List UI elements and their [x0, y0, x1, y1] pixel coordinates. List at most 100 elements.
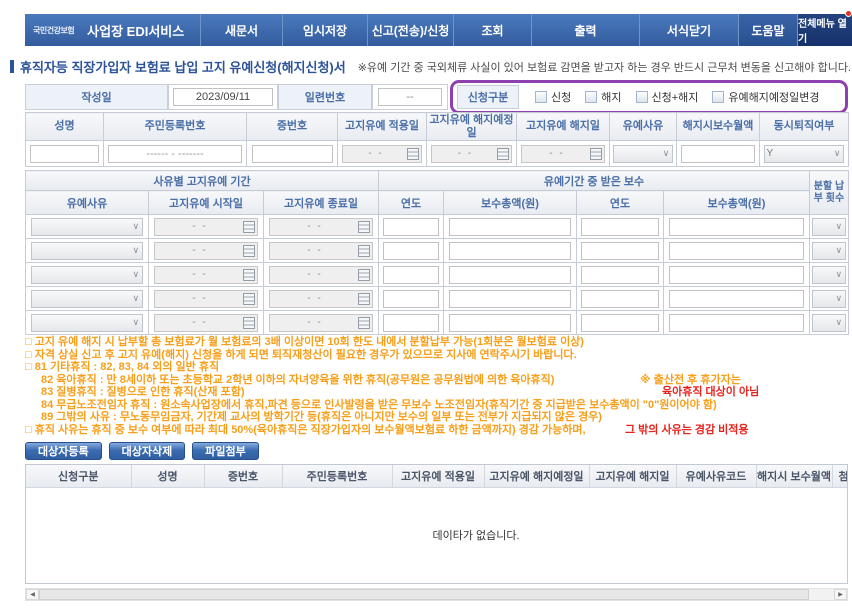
pay2-input[interactable] — [669, 218, 804, 236]
reason-select[interactable]: ∨ — [31, 314, 143, 332]
year2-input[interactable] — [581, 266, 658, 284]
pay2-input[interactable] — [669, 242, 804, 260]
note-line: □ 81 기타휴직 : 82, 83, 84 외의 일반 휴직 — [25, 361, 848, 374]
col-pay-total-1: 보수총액(원) — [444, 191, 577, 215]
start-date-input[interactable]: - - — [154, 242, 259, 260]
checkbox-apply-cancel[interactable] — [636, 91, 648, 103]
defer-apply-date-input[interactable]: - - — [342, 145, 423, 163]
reason-select[interactable]: ∨ — [31, 218, 143, 236]
register-target-button[interactable]: 대상자등록 — [25, 442, 102, 460]
name-input[interactable] — [30, 145, 99, 163]
pay1-input[interactable] — [449, 218, 570, 236]
calendar-icon[interactable] — [407, 148, 419, 160]
calendar-icon[interactable] — [243, 245, 255, 257]
pay-on-cancel-input[interactable] — [681, 145, 755, 163]
year2-input[interactable] — [581, 314, 658, 332]
reason-select[interactable]: ∨ — [31, 290, 143, 308]
end-date-input[interactable]: - - — [269, 290, 374, 308]
installments-select[interactable]: ∨ — [812, 242, 846, 260]
nav-home[interactable]: 국민건강보험 사업장 EDI서비스 — [25, 14, 200, 46]
year1-input[interactable] — [383, 314, 439, 332]
pay2-input[interactable] — [669, 266, 804, 284]
year1-input[interactable] — [383, 266, 439, 284]
year2-input[interactable] — [581, 242, 658, 260]
calendar-icon[interactable] — [243, 293, 255, 305]
installments-select[interactable]: ∨ — [812, 290, 846, 308]
cert-no-input[interactable] — [252, 145, 333, 163]
checkbox-cancel[interactable] — [585, 91, 597, 103]
note-line: □ 고지 유예 해지 시 납부할 총 보험료가 월 보험료의 3배 이상이면 1… — [25, 336, 848, 349]
installments-select[interactable]: ∨ — [812, 218, 846, 236]
calendar-icon[interactable] — [243, 317, 255, 329]
col-year-2: 연도 — [577, 191, 664, 215]
start-date-input[interactable]: - - — [154, 218, 259, 236]
pay1-input[interactable] — [449, 290, 570, 308]
nav-report-apply[interactable]: 신고(전송)/신청 — [367, 14, 453, 46]
start-date-input[interactable]: - - — [154, 290, 259, 308]
retire-same-select[interactable]: Y ∨ — [764, 145, 845, 163]
installments-select[interactable]: ∨ — [812, 266, 846, 284]
nav-temp-save[interactable]: 임시저장 — [282, 14, 367, 46]
apply-type-label: 신청구분 — [457, 85, 519, 109]
checkbox-change-date-label: 유예해지예정일변경 — [728, 89, 819, 105]
nav-close-form[interactable]: 서식닫기 — [639, 14, 738, 46]
checkbox-change-date[interactable] — [712, 91, 724, 103]
write-date-input[interactable] — [173, 88, 273, 106]
horizontal-scrollbar[interactable]: ◀ ▶ — [25, 588, 848, 601]
nav-search[interactable]: 조회 — [453, 14, 531, 46]
calendar-icon[interactable] — [590, 148, 602, 160]
pay1-input[interactable] — [449, 266, 570, 284]
delete-target-button[interactable]: 대상자삭제 — [109, 442, 186, 460]
attach-file-button[interactable]: 파일첨부 — [192, 442, 258, 460]
nav-print[interactable]: 출력 — [531, 14, 639, 46]
scrollbar-thumb[interactable] — [39, 589, 809, 600]
calendar-icon[interactable] — [358, 245, 370, 257]
pay2-input[interactable] — [669, 314, 804, 332]
end-date-input[interactable]: - - — [269, 218, 374, 236]
member-info-table: 성명 주민등록번호 증번호 고지유예 적용일 고지유예 해지예정일 고지유예 해… — [25, 112, 849, 167]
reason-select[interactable]: ∨ — [31, 242, 143, 260]
nav-new-document[interactable]: 새문서 — [200, 14, 282, 46]
serial-number-cell — [372, 84, 448, 110]
installments-select[interactable]: ∨ — [812, 314, 846, 332]
action-buttons: 대상자등록 대상자삭제 파일첨부 — [25, 442, 259, 460]
year1-input[interactable] — [383, 242, 439, 260]
chevron-down-icon: ∨ — [834, 149, 842, 158]
pay1-input[interactable] — [449, 242, 570, 260]
pay1-input[interactable] — [449, 314, 570, 332]
checkbox-apply[interactable] — [535, 91, 547, 103]
note-not-eligible-warning: 육아휴직 대상이 아님 — [662, 386, 759, 399]
note-line: 83 질병휴직 : 질병으로 인한 휴직(산재 포함) 육아휴직 대상이 아님 — [25, 386, 848, 399]
calendar-icon[interactable] — [358, 293, 370, 305]
calendar-icon[interactable] — [358, 317, 370, 329]
nav-help[interactable]: 도움말 — [738, 14, 797, 46]
start-date-input[interactable]: - - — [154, 266, 259, 284]
end-date-input[interactable]: - - — [269, 242, 374, 260]
serial-number-input[interactable] — [378, 88, 442, 106]
pay2-input[interactable] — [669, 290, 804, 308]
rrn-input[interactable] — [108, 145, 241, 163]
defer-cancel-date-input[interactable]: - - — [521, 145, 606, 163]
year1-input[interactable] — [383, 290, 439, 308]
scroll-right-arrow-icon[interactable]: ▶ — [834, 589, 847, 600]
brand-title: 사업장 EDI서비스 — [87, 21, 184, 40]
start-date-input[interactable]: - - — [154, 314, 259, 332]
calendar-icon[interactable] — [497, 148, 509, 160]
year1-input[interactable] — [383, 218, 439, 236]
col-retire-same: 동시퇴직여부 — [760, 113, 849, 141]
chevron-down-icon: ∨ — [133, 294, 141, 303]
end-date-input[interactable]: - - — [269, 266, 374, 284]
reason-select[interactable]: ∨ — [31, 266, 143, 284]
chevron-down-icon: ∨ — [663, 149, 671, 158]
defer-cancel-due-input[interactable]: - - — [431, 145, 513, 163]
year2-input[interactable] — [581, 290, 658, 308]
nav-all-menu[interactable]: 전체메뉴 열기 — [797, 14, 852, 46]
end-date-input[interactable]: - - — [269, 314, 374, 332]
calendar-icon[interactable] — [358, 221, 370, 233]
calendar-icon[interactable] — [243, 221, 255, 233]
year2-input[interactable] — [581, 218, 658, 236]
calendar-icon[interactable] — [243, 269, 255, 281]
defer-reason-select[interactable]: ∨ — [613, 145, 674, 163]
scroll-left-arrow-icon[interactable]: ◀ — [26, 589, 39, 600]
calendar-icon[interactable] — [358, 269, 370, 281]
